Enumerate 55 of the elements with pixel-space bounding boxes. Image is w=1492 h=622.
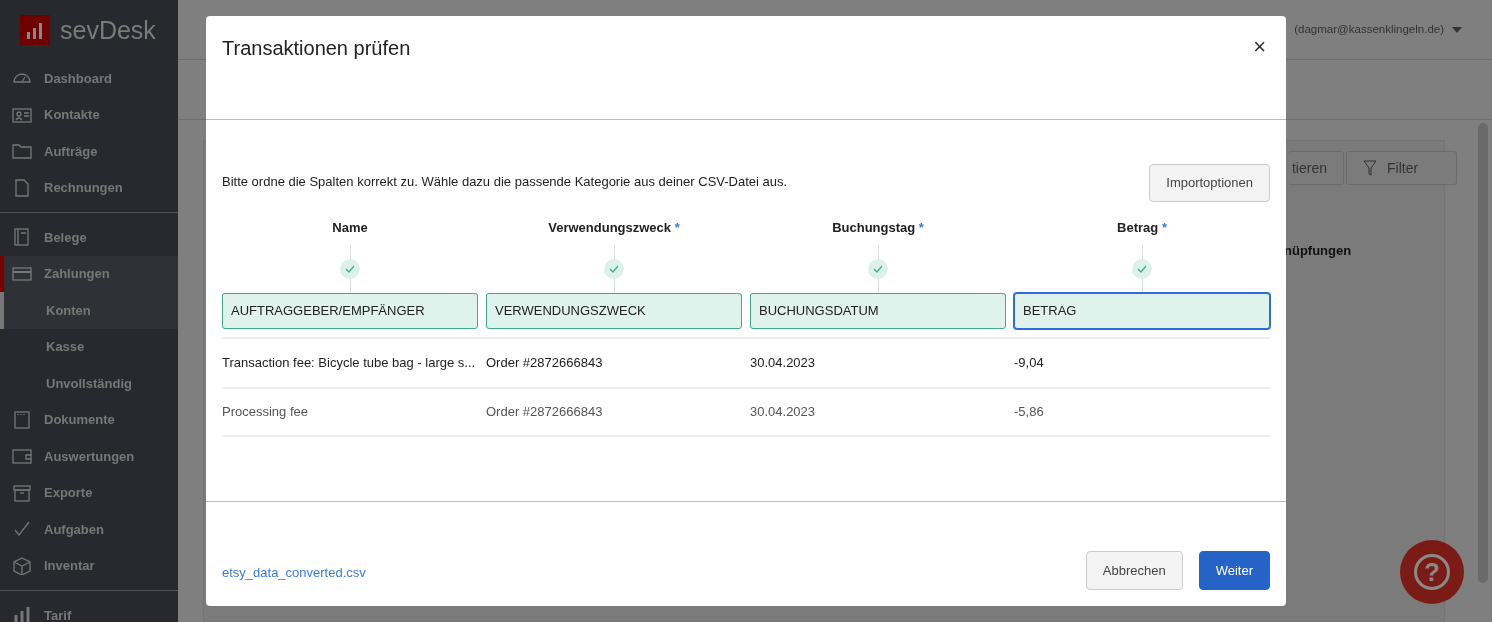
- column-header: nüpfungen: [1284, 242, 1352, 260]
- sidebar-subitem[interactable]: Konten: [0, 292, 178, 329]
- sidebar-item[interactable]: Tarif: [0, 597, 178, 622]
- toolbar-button[interactable]: tieren: [1288, 151, 1344, 185]
- sidebar-item[interactable]: Exporte: [0, 474, 178, 511]
- column-select[interactable]: VERWENDUNGSZWECK: [486, 293, 742, 329]
- table-cell-text: 30.04.2023: [750, 403, 817, 422]
- table-cell-text: -5,86: [1014, 403, 1045, 422]
- column-select[interactable]: BUCHUNGSDATUM: [750, 293, 1006, 329]
- table-cell-text: -9,04: [1014, 354, 1045, 373]
- sidebar-subitem[interactable]: Kasse: [0, 328, 178, 365]
- sidebar-item[interactable]: Aufgaben: [0, 511, 178, 548]
- contact-card-icon: [12, 105, 32, 124]
- table-cell-text: Order #2872666843: [486, 354, 604, 373]
- sidebar-item[interactable]: Auswertungen: [0, 438, 178, 475]
- logo-text: sevDesk: [60, 17, 156, 43]
- calendar-icon: [12, 410, 32, 429]
- next-button[interactable]: Weiter: [1198, 550, 1270, 590]
- sidebar-item[interactable]: Aufträge: [0, 133, 178, 170]
- table-cell-text: 30.04.2023: [750, 354, 817, 373]
- column-header: Name: [331, 218, 369, 237]
- sidebar-item[interactable]: Inventar: [0, 547, 178, 584]
- table-cell-text: Transaction fee: Bicycle tube bag - large s...: [222, 354, 477, 373]
- notebook-icon: [12, 228, 32, 247]
- wallet-icon: [12, 447, 32, 466]
- table-cell-text: Processing fee: [222, 403, 309, 422]
- bar-chart-icon: [12, 606, 32, 622]
- sidebar-item[interactable]: Kontakte: [0, 96, 178, 133]
- column-select[interactable]: AUFTRAGGEBER/EMPFÄNGER: [222, 293, 478, 329]
- document-icon: [12, 178, 32, 197]
- file-link[interactable]: etsy_data_converted.csv: [222, 562, 366, 582]
- user-email: (dagmar@kassenklingeln.de): [1294, 21, 1444, 37]
- column-header: Buchungstag *: [831, 218, 925, 237]
- archive-box-icon: [12, 483, 32, 502]
- column-header: Verwendungszweck *: [547, 218, 681, 237]
- table-cell-text: Order #2872666843: [486, 403, 604, 422]
- sidebar-item[interactable]: Belege: [0, 219, 178, 256]
- sidebar-item[interactable]: Dokumente: [0, 401, 178, 438]
- instruction-text: Bitte ordne die Spalten korrekt zu. Wähle dazu die passende Kategorie aus deiner CSV-Datei aus.: [222, 173, 788, 191]
- column-header: Betrag *: [1116, 218, 1168, 237]
- sidebar-item[interactable]: Zahlungen: [0, 255, 178, 292]
- import-options-button[interactable]: Importoptionen: [1149, 164, 1270, 202]
- sidebar-subitem[interactable]: Unvollständig: [0, 365, 178, 402]
- cancel-button[interactable]: Abbrechen: [1085, 550, 1183, 590]
- toolbar-button[interactable]: Filter: [1346, 151, 1458, 185]
- sidebar-item[interactable]: Rechnungen: [0, 169, 178, 206]
- folder-icon: [12, 142, 32, 161]
- credit-card-icon: [12, 264, 32, 283]
- column-select[interactable]: BETRAG: [1014, 293, 1270, 329]
- sidebar-item[interactable]: Dashboard: [0, 60, 178, 97]
- caret-icon: [1452, 26, 1462, 33]
- cube-icon: [12, 556, 32, 575]
- modal-title: Transaktionen prüfen: [222, 36, 411, 60]
- close-button[interactable]: ×: [1249, 36, 1270, 58]
- filter-icon: [1363, 160, 1377, 176]
